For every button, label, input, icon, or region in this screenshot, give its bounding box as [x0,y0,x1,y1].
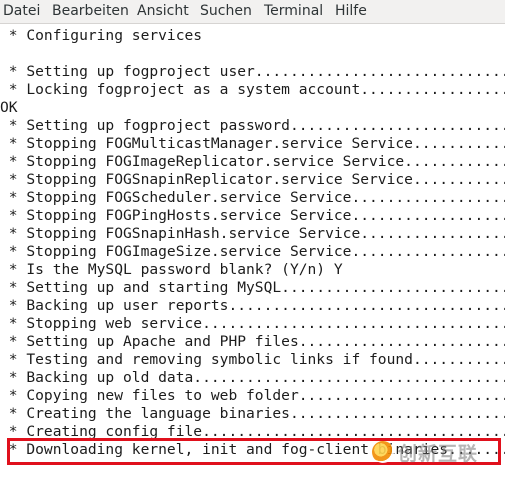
terminal-line: * Setting up and starting MySQL.........… [0,279,505,296]
terminal-line: * Locking fogproject as a system account… [0,81,505,98]
terminal-line-highlighted: * Downloading kernel, init and fog-clien… [0,441,505,458]
menu-bar: Datei Bearbeiten Ansicht Suchen Terminal… [0,0,505,24]
terminal-line: * Stopping FOGScheduler.service Service.… [0,189,505,206]
terminal-line: * Stopping FOGImageReplicator.service Se… [0,153,505,170]
menu-datei[interactable]: Datei [3,3,40,19]
terminal-line: * Copying new files to web folder.......… [0,387,505,404]
terminal-line: * Stopping FOGImageSize.service Service.… [0,243,505,260]
terminal-line: * Configuring services [0,27,203,44]
terminal-line: * Setting up Apache and PHP files.......… [0,333,505,350]
terminal-line: OK [0,99,18,116]
terminal-line: * Creating config file..................… [0,423,505,440]
terminal-line: * Is the MySQL password blank? (Y/n) Y [0,261,343,278]
terminal-line: * Backing up user reports...............… [0,297,505,314]
terminal-line: * Stopping FOGPingHosts.service Service.… [0,207,505,224]
terminal-line: * Backing up old data...................… [0,369,505,386]
terminal-line: * Testing and removing symbolic links if… [0,351,505,368]
terminal-line: * Stopping web service..................… [0,315,505,332]
menu-ansicht[interactable]: Ansicht [137,3,189,19]
terminal-line: * Stopping FOGMulticastManager.service S… [0,135,505,152]
terminal-line: * Stopping FOGSnapinReplicator.service S… [0,171,505,188]
terminal-line: * Setting up fogproject user............… [0,63,505,80]
terminal-output[interactable]: * Configuring services * Setting up fogp… [0,24,505,478]
menu-hilfe[interactable]: Hilfe [335,3,367,19]
terminal-line: * Stopping FOGSnapinHash.service Service… [0,225,505,242]
menu-terminal[interactable]: Terminal [264,3,323,19]
menu-suchen[interactable]: Suchen [200,3,252,19]
terminal-line: * Creating the language binaries........… [0,405,505,422]
terminal-line: * Setting up fogproject password........… [0,117,505,134]
menu-bearbeiten[interactable]: Bearbeiten [52,3,129,19]
